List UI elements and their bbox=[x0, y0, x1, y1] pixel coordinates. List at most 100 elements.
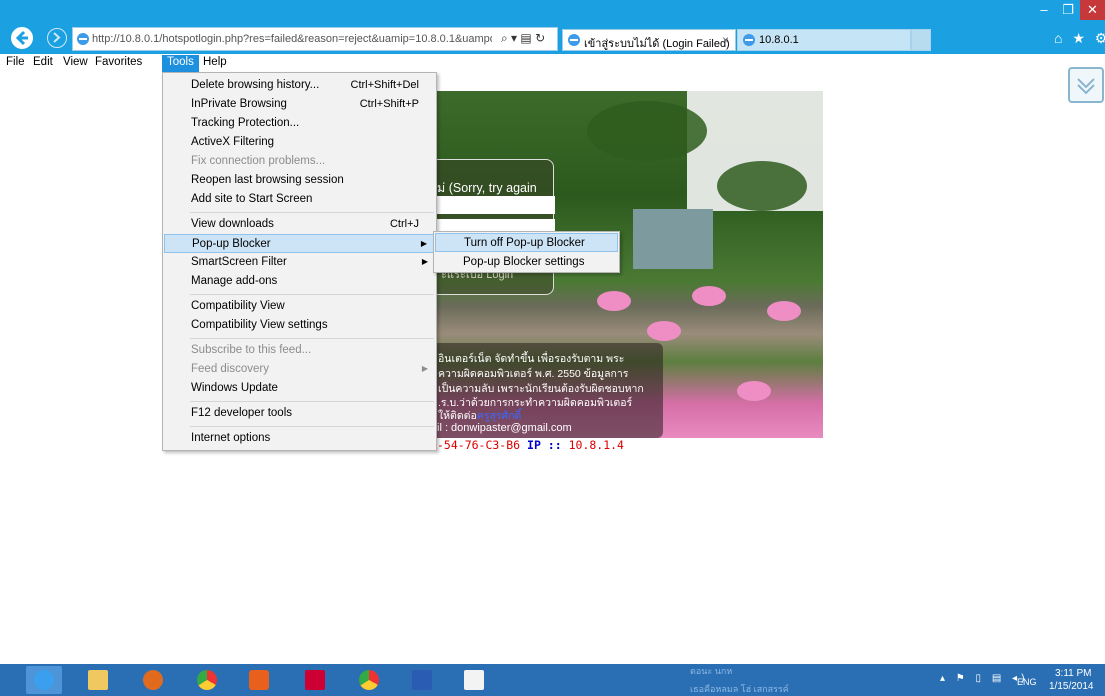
menu-item-label: Subscribe to this feed... bbox=[191, 344, 312, 356]
menu-compatibility-view-settings[interactable]: Compatibility View settings bbox=[164, 316, 435, 335]
address-bar[interactable]: http://10.8.0.1/hotspotlogin.php?res=fai… bbox=[72, 27, 558, 51]
tab-label: 10.8.0.1 bbox=[759, 34, 799, 46]
mac-ip-line: -54-76-C3-B6 IP :: 10.8.1.4 bbox=[437, 438, 624, 452]
taskbar-app-red[interactable] bbox=[297, 666, 333, 694]
address-tools-icons[interactable]: ⌕ ▾ ▤ ↻ bbox=[501, 31, 545, 46]
taskbar-firefox[interactable] bbox=[135, 666, 171, 694]
menu-item-label: Manage add-ons bbox=[191, 275, 278, 287]
close-button[interactable]: ✕ bbox=[1080, 0, 1105, 20]
tab-label: เข้าสู่ระบบไม่ได้ (Login Failed) bbox=[584, 38, 730, 50]
menu-tools[interactable]: Tools bbox=[162, 55, 199, 72]
menu-item-label: Feed discovery bbox=[191, 363, 269, 375]
popup-blocker-submenu: Turn off Pop-up Blocker Pop-up Blocker s… bbox=[433, 231, 620, 273]
menu-item-label: Internet options bbox=[191, 432, 271, 444]
tab-10-8-0-1[interactable]: 10.8.0.1 bbox=[737, 29, 911, 51]
menu-compatibility-view[interactable]: Compatibility View bbox=[164, 297, 435, 316]
menu-separator bbox=[190, 426, 434, 427]
menu-popup-blocker[interactable]: Pop-up Blocker ▶ bbox=[164, 234, 435, 253]
taskbar-ie[interactable] bbox=[26, 666, 62, 694]
clock-time[interactable]: 3:11 PM bbox=[1055, 668, 1092, 679]
menu-item-label: Compatibility View settings bbox=[191, 319, 328, 331]
firefox-icon bbox=[143, 670, 163, 690]
taskbar-app-doc[interactable] bbox=[456, 666, 492, 694]
menu-favorites[interactable]: Favorites bbox=[90, 55, 147, 72]
language-indicator[interactable]: ENG bbox=[1017, 677, 1037, 687]
menu-f12-developer-tools[interactable]: F12 developer tools bbox=[164, 404, 435, 423]
menu-smartscreen-filter[interactable]: SmartScreen Filter ▶ bbox=[164, 253, 435, 272]
chevron-down-icon bbox=[1077, 78, 1095, 95]
flower bbox=[767, 301, 801, 321]
menu-inprivate-browsing[interactable]: InPrivate Browsing Ctrl+Shift+P bbox=[164, 95, 435, 114]
menu-turn-off-popup-blocker[interactable]: Turn off Pop-up Blocker bbox=[435, 233, 618, 252]
menu-view-downloads[interactable]: View downloads Ctrl+J bbox=[164, 215, 435, 234]
house bbox=[633, 209, 713, 269]
palm-leaves bbox=[587, 101, 707, 161]
ie-page-icon bbox=[77, 33, 89, 45]
taskbar-word[interactable] bbox=[404, 666, 440, 694]
menu-activex-filtering[interactable]: ActiveX Filtering bbox=[164, 133, 435, 152]
menu-help[interactable]: Help bbox=[198, 55, 232, 72]
menu-tracking-protection[interactable]: Tracking Protection... bbox=[164, 114, 435, 133]
menu-popup-blocker-settings[interactable]: Pop-up Blocker settings bbox=[435, 253, 618, 272]
taskbar-faint-text: ตอนะ นกห bbox=[690, 666, 733, 676]
mac-address: -54-76-C3-B6 bbox=[437, 438, 521, 452]
forward-button[interactable] bbox=[47, 28, 67, 48]
taskbar-faint-text: เธอคือหลมล โฮ่ เสกสรรค์ bbox=[690, 684, 789, 694]
home-favorites-tools-icons[interactable]: ⌂ ★ ⚙ bbox=[1054, 30, 1105, 47]
menu-item-label: SmartScreen Filter bbox=[191, 256, 287, 268]
menu-separator bbox=[190, 401, 434, 402]
menu-separator bbox=[190, 294, 434, 295]
username-field[interactable] bbox=[437, 196, 555, 214]
notice-contact-text: ให้ติดต่อ bbox=[438, 410, 477, 422]
menu-internet-options[interactable]: Internet options bbox=[164, 429, 435, 448]
chrome-icon bbox=[359, 670, 379, 690]
taskbar-explorer[interactable] bbox=[80, 666, 116, 694]
menu-view[interactable]: View bbox=[58, 55, 93, 72]
menu-edit[interactable]: Edit bbox=[28, 55, 58, 72]
contact-link[interactable]: ครูสุรศักดิ์ bbox=[477, 410, 522, 422]
menu-item-label: Windows Update bbox=[191, 382, 278, 394]
ie-page-icon bbox=[743, 34, 755, 46]
system-tray-icons[interactable]: ▴ ⚑ ▯ ▤ ◂) bbox=[940, 673, 1028, 684]
new-tab-button[interactable] bbox=[911, 29, 931, 51]
minimize-button[interactable]: – bbox=[1032, 0, 1056, 20]
menu-file[interactable]: File bbox=[1, 55, 30, 72]
menu-separator bbox=[190, 338, 434, 339]
flower bbox=[737, 381, 771, 401]
ip-label: IP :: bbox=[527, 438, 562, 452]
url-text[interactable]: http://10.8.0.1/hotspotlogin.php?res=fai… bbox=[92, 33, 492, 45]
ie-icon bbox=[34, 670, 54, 690]
taskbar-chrome[interactable] bbox=[189, 666, 225, 694]
menu-reopen-last-session[interactable]: Reopen last browsing session bbox=[164, 171, 435, 190]
menu-item-label: F12 developer tools bbox=[191, 407, 293, 419]
tools-menu: Delete browsing history... Ctrl+Shift+Del… bbox=[162, 72, 437, 451]
palm-leaves bbox=[717, 161, 807, 211]
menu-add-site-to-start[interactable]: Add site to Start Screen bbox=[164, 190, 435, 209]
document-icon bbox=[464, 670, 484, 690]
submenu-arrow-icon: ▶ bbox=[421, 364, 428, 373]
flower bbox=[692, 286, 726, 306]
menu-item-label: InPrivate Browsing bbox=[191, 98, 287, 110]
menu-feed-discovery: Feed discovery ▶ bbox=[164, 360, 435, 379]
maximize-button[interactable]: ❐ bbox=[1056, 0, 1080, 20]
menu-item-label: Fix connection problems... bbox=[191, 155, 326, 167]
compatibility-view-icon[interactable] bbox=[1068, 67, 1104, 103]
menu-item-label: Compatibility View bbox=[191, 300, 285, 312]
ip-value: 10.8.1.4 bbox=[568, 438, 624, 452]
taskbar-app-orange[interactable] bbox=[241, 666, 277, 694]
taskbar-chrome-2[interactable] bbox=[351, 666, 387, 694]
menu-manage-addons[interactable]: Manage add-ons bbox=[164, 272, 435, 291]
tab-login-failed[interactable]: เข้าสู่ระบบไม่ได้ (Login Failed) × bbox=[562, 29, 736, 51]
menu-delete-browsing-history[interactable]: Delete browsing history... Ctrl+Shift+Del bbox=[164, 76, 435, 95]
back-button[interactable] bbox=[11, 27, 33, 49]
folder-icon bbox=[88, 670, 108, 690]
chrome-icon bbox=[197, 670, 217, 690]
tab-close-icon[interactable]: × bbox=[722, 33, 729, 47]
ie-page-icon bbox=[568, 34, 580, 46]
menu-item-label: Pop-up Blocker settings bbox=[463, 256, 585, 268]
menu-item-label: Reopen last browsing session bbox=[191, 174, 344, 186]
menu-windows-update[interactable]: Windows Update bbox=[164, 379, 435, 398]
clock-date[interactable]: 1/15/2014 bbox=[1049, 681, 1094, 692]
login-failed-message: ม่ (Sorry, try again bbox=[437, 181, 537, 195]
menu-bar: File Edit View Favorites Tools Help bbox=[0, 54, 1105, 72]
